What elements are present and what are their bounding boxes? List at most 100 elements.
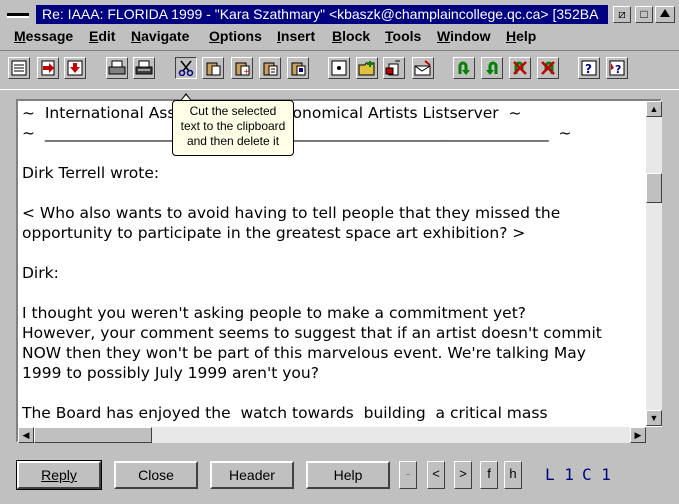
tooltip-line-2: text to the clipboard <box>180 119 286 133</box>
menu-insert[interactable]: Insert <box>277 28 315 44</box>
scroll-right-button[interactable]: ▶ <box>630 427 646 443</box>
help-button-toolbar[interactable]: ? <box>578 57 600 79</box>
delete-all-button[interactable] <box>537 57 559 79</box>
context-help-icon: ? <box>609 60 625 76</box>
title-bar[interactable]: Re: IAAA: FLORIDA 1999 - "Kara Szathmary… <box>2 3 677 26</box>
insert-text-file-button[interactable] <box>328 57 350 79</box>
message-line: The Board has enjoyed the watch towards … <box>22 404 548 422</box>
horizontal-scrollbar[interactable]: ◀ ▶ <box>18 427 646 443</box>
delete-button[interactable] <box>509 57 531 79</box>
scroll-left-button[interactable]: ◀ <box>18 427 34 443</box>
vertical-scrollbar[interactable]: ▲ ▼ <box>646 101 662 426</box>
paste-button[interactable]: + <box>231 57 253 79</box>
header-button[interactable]: Header <box>210 461 294 489</box>
message-window: Re: IAAA: FLORIDA 1999 - "Kara Szathmary… <box>0 0 679 504</box>
menu-edit[interactable]: Edit <box>89 28 115 44</box>
help-label: Help <box>333 467 363 483</box>
copy-button[interactable] <box>202 57 224 79</box>
nav-f-button[interactable]: f <box>480 461 498 489</box>
print-setup-button[interactable] <box>133 57 155 79</box>
reply-button-toolbar[interactable] <box>453 57 475 79</box>
message-line <box>22 143 624 163</box>
message-line <box>22 183 624 203</box>
menu-help[interactable]: Help <box>506 28 536 44</box>
message-line: NOW then they won't be part of this marv… <box>22 344 586 362</box>
tooltip-line-1: Cut the selected <box>189 104 277 118</box>
list-icon <box>11 60 27 76</box>
window-title: Re: IAAA: FLORIDA 1999 - "Kara Szathmary… <box>36 5 608 24</box>
nav-next-button[interactable]: > <box>454 461 472 489</box>
message-line <box>22 243 624 263</box>
new-folder-button[interactable] <box>356 57 378 79</box>
cut-tooltip: Cut the selected text to the clipboard a… <box>172 100 294 156</box>
nav-h-button[interactable]: h <box>504 461 522 489</box>
paste-quoted-button[interactable] <box>259 57 281 79</box>
message-line: ~ ______________________________________… <box>22 124 572 142</box>
folder-add-icon <box>358 61 375 76</box>
reply-arrow-icon <box>458 61 470 75</box>
restore-icon <box>660 9 670 17</box>
message-line: 1999 to possibly July 1999 aren't you? <box>22 364 319 382</box>
attach-file-button[interactable] <box>383 57 405 79</box>
menu-navigate[interactable]: Navigate <box>131 28 189 44</box>
reply-label: Reply <box>41 467 77 483</box>
message-line: opportunity to participate in the greate… <box>22 224 526 242</box>
message-line: However, your comment seems to suggest t… <box>22 324 602 342</box>
delete-all-icon <box>541 61 555 75</box>
minimize-button[interactable]: ⧄ <box>613 6 631 23</box>
system-menu-button[interactable] <box>6 7 32 23</box>
menu-block[interactable]: Block <box>332 28 370 44</box>
paste-special-button[interactable] <box>287 57 309 79</box>
open-arrow-icon <box>41 60 55 76</box>
menu-window[interactable]: Window <box>437 28 491 44</box>
paste-icon: + <box>235 62 250 76</box>
menu-bar: Message Edit Navigate Options Insert Blo… <box>0 27 679 48</box>
attachment-icon <box>385 60 400 76</box>
close-button[interactable]: Close <box>114 461 198 489</box>
address-book-button[interactable] <box>412 57 434 79</box>
forward-button[interactable] <box>481 57 503 79</box>
nav-prev-button[interactable]: < <box>427 461 445 489</box>
horizontal-scroll-thumb[interactable] <box>34 427 152 443</box>
printer-setup-icon <box>135 60 153 75</box>
delete-x-icon <box>513 61 527 75</box>
forward-arrow-icon <box>486 61 498 75</box>
help-button[interactable]: Help <box>306 461 390 489</box>
paste-quote-icon <box>263 62 278 76</box>
download-icon <box>67 60 83 76</box>
message-text[interactable]: ~ International Association of Astronomi… <box>22 103 624 425</box>
vertical-scroll-thumb[interactable] <box>646 173 662 203</box>
message-line: < Who also wants to avoid having to tell… <box>22 204 561 222</box>
restore-button[interactable] <box>655 6 675 23</box>
maximize-button[interactable]: □ <box>635 6 653 23</box>
save-message-button[interactable] <box>64 57 86 79</box>
open-message-button[interactable] <box>37 57 59 79</box>
menu-tools[interactable]: Tools <box>385 28 421 44</box>
svg-text:?: ? <box>585 62 592 76</box>
print-button[interactable] <box>106 57 128 79</box>
line-indicator: L 1 <box>545 465 574 484</box>
menu-options[interactable]: Options <box>209 28 262 44</box>
message-list-button[interactable] <box>8 57 30 79</box>
dot-document-icon <box>331 60 347 76</box>
message-line <box>22 383 624 403</box>
context-help-button[interactable]: ? <box>606 57 628 79</box>
reply-button[interactable]: Reply <box>16 460 102 490</box>
tooltip-line-3: and then delete it <box>186 134 280 148</box>
message-line: I thought you weren't asking people to m… <box>22 304 527 322</box>
cut-button[interactable] <box>175 57 197 79</box>
scroll-down-button[interactable]: ▼ <box>646 410 662 426</box>
scissors-icon <box>178 60 194 76</box>
message-line: Dirk: <box>22 264 59 282</box>
nav-dash-button[interactable]: - <box>399 461 417 489</box>
message-body-editor[interactable]: ~ International Association of Astronomi… <box>16 99 662 443</box>
scroll-up-button[interactable]: ▲ <box>646 101 662 117</box>
column-indicator: C 1 <box>582 465 611 484</box>
help-question-icon: ? <box>581 60 597 76</box>
paste-special-icon <box>291 62 306 76</box>
message-line: ~ International Association of Astronomi… <box>22 104 522 122</box>
close-label: Close <box>138 467 174 483</box>
menu-message[interactable]: Message <box>14 28 73 44</box>
header-label: Header <box>229 467 275 483</box>
scroll-corner <box>646 427 662 443</box>
